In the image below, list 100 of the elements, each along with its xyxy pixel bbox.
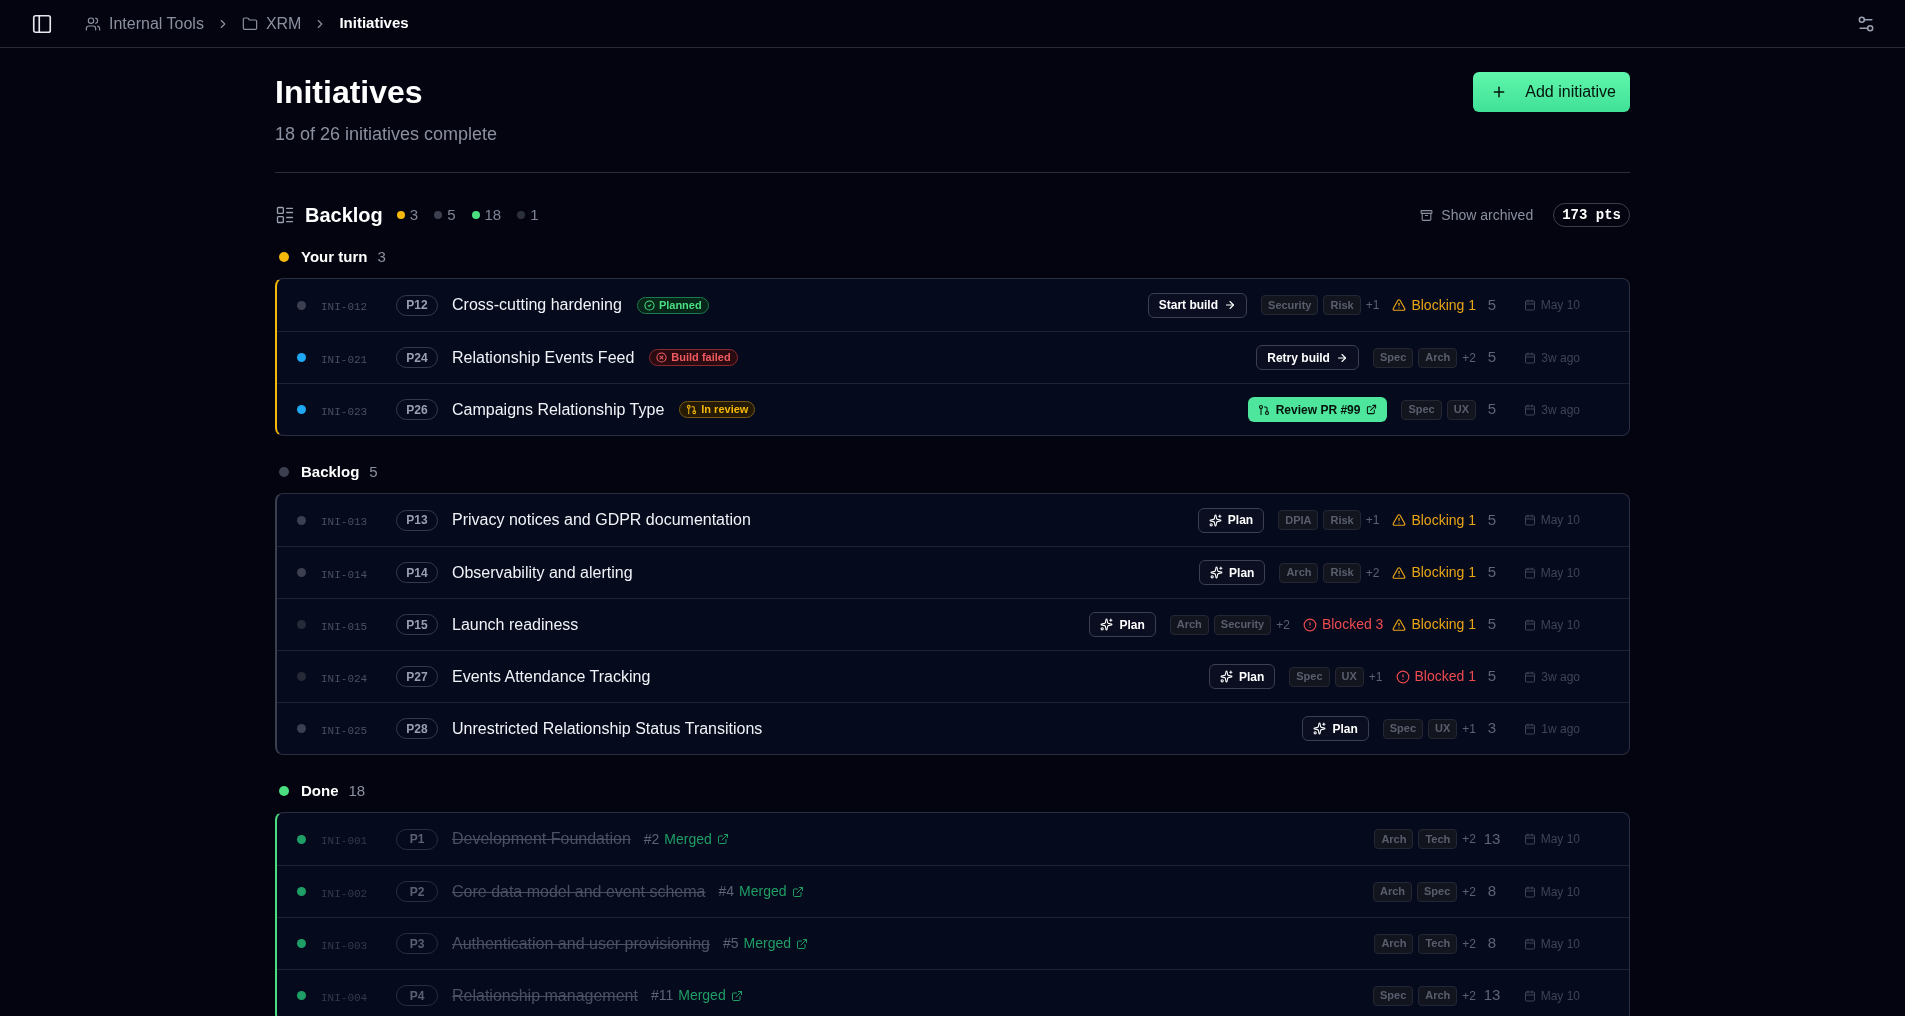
story-points: 5: [1487, 509, 1497, 530]
initiative-title[interactable]: Observability and alerting: [452, 560, 633, 585]
more-tags-count: +2: [1462, 935, 1476, 953]
more-tags-count: +1: [1462, 720, 1476, 738]
tag-chip: Risk: [1323, 562, 1361, 583]
review-pr-button[interactable]: Review PR #99: [1247, 397, 1388, 422]
story-points: 5: [1487, 294, 1497, 315]
more-tags-count: +2: [1462, 987, 1476, 1005]
build-button[interactable]: Start build: [1147, 292, 1248, 318]
sparkles-icon: [1208, 513, 1222, 527]
group-title: Backlog: [301, 461, 360, 482]
build-button[interactable]: Retry build: [1256, 345, 1359, 370]
tag-chip: Spec: [1372, 985, 1414, 1006]
show-archived-button[interactable]: Show archived: [1420, 204, 1534, 226]
calendar-icon: [1523, 989, 1536, 1002]
alert-circle-icon: [1395, 669, 1410, 684]
external-link-icon: [1366, 404, 1378, 415]
external-link-icon: [716, 833, 729, 845]
tag-chip: Security: [1261, 295, 1319, 315]
merged-pr-link[interactable]: #5 Merged: [722, 933, 808, 954]
calendar-icon: [1523, 618, 1536, 631]
calendar-icon: [1524, 351, 1537, 364]
alert-label: Blocking 1: [1411, 510, 1476, 530]
story-points: 5: [1487, 562, 1497, 583]
status-label: Planned: [658, 297, 702, 313]
tag-chip: Security: [1213, 614, 1272, 635]
summary-count: 18: [484, 204, 502, 225]
initiative-id: INI-012: [321, 301, 368, 313]
date-label: May 10: [1540, 987, 1580, 1005]
board-title: Backlog: [305, 203, 383, 228]
story-points: 5: [1487, 399, 1497, 420]
alert-label: Blocking 1: [1411, 563, 1476, 582]
initiative-title[interactable]: Privacy notices and GDPR documentation: [452, 508, 751, 532]
list-layout-icon: [275, 205, 295, 225]
plan-button[interactable]: Plan: [1208, 664, 1276, 689]
calendar-icon: [1524, 722, 1537, 735]
plan-button[interactable]: Plan: [1302, 716, 1369, 741]
page-title: Initiatives: [275, 73, 424, 112]
tag-chip: Arch: [1169, 614, 1209, 635]
sparkles-icon: [1210, 566, 1224, 579]
breadcrumb-link[interactable]: XRM: [241, 11, 302, 36]
calendar-icon: [1523, 566, 1536, 579]
external-link-icon: [791, 885, 804, 898]
sparkles-icon: [1219, 670, 1233, 683]
date-label: 3w ago: [1541, 668, 1580, 686]
add-initiative-button[interactable]: Add initiative: [1473, 72, 1630, 112]
alert-label: Blocking 1: [1411, 615, 1476, 634]
sparkles-icon: [1100, 618, 1114, 631]
more-tags-count: +2: [1276, 616, 1290, 634]
initiative-id: INI-014: [321, 568, 368, 581]
tag-chip: Arch: [1372, 881, 1412, 902]
calendar-icon: [1523, 833, 1536, 845]
summary-count: 5: [447, 204, 456, 225]
group-title: Your turn: [301, 246, 368, 267]
merged-pr-link[interactable]: #11 Merged: [650, 985, 743, 1006]
initiative-title[interactable]: Events Attendance Tracking: [452, 664, 651, 689]
initiative-title[interactable]: Launch readiness: [452, 612, 579, 637]
initiative-title[interactable]: Unrestricted Relationship Status Transitions: [452, 716, 763, 741]
tag-chip: UX: [1334, 666, 1364, 687]
more-tags-count: +1: [1365, 297, 1380, 314]
arrow-right-icon: [1335, 351, 1348, 364]
plan-button[interactable]: Plan: [1089, 612, 1156, 637]
tag-chip: Spec: [1382, 718, 1424, 739]
tag-chip: Arch: [1418, 347, 1458, 368]
summary-count: 1: [530, 204, 539, 225]
tag-chip: Risk: [1323, 510, 1361, 530]
initiative-title[interactable]: Cross-cutting hardening: [452, 293, 622, 317]
sidebar-toggle-icon[interactable]: [31, 12, 53, 35]
initiative-id: INI-021: [321, 353, 368, 366]
folder-icon: [241, 15, 258, 32]
tag-chip: Arch: [1374, 829, 1414, 849]
date-label: May 10: [1540, 564, 1580, 582]
calendar-icon: [1523, 514, 1536, 526]
breadcrumb-link[interactable]: Internal Tools: [85, 11, 204, 36]
tag-chip: Arch: [1279, 562, 1319, 583]
initiative-title[interactable]: Relationship Events Feed: [452, 345, 635, 370]
external-link-icon: [796, 937, 808, 950]
page-subtitle: 18 of 26 initiatives complete: [275, 123, 498, 146]
sparkles-icon: [1313, 722, 1327, 735]
tag-chip: UX: [1428, 718, 1458, 739]
tag-chip: Spec: [1372, 347, 1414, 368]
story-points: 13: [1483, 828, 1501, 849]
plan-button[interactable]: Plan: [1199, 560, 1266, 585]
alert-label: Blocked 3: [1321, 615, 1384, 634]
merged-pr-link[interactable]: #4 Merged: [718, 881, 804, 902]
story-points: 5: [1487, 614, 1497, 635]
warning-icon: [1392, 298, 1407, 312]
merged-pr-link[interactable]: #2 Merged: [643, 828, 729, 850]
more-tags-count: +2: [1462, 349, 1476, 367]
warning-icon: [1392, 565, 1407, 580]
more-tags-count: +2: [1462, 883, 1476, 901]
initiative-title[interactable]: Campaigns Relationship Type: [452, 397, 665, 422]
pull-request-icon: [1257, 403, 1270, 416]
date-label: May 10: [1540, 297, 1580, 314]
alert-label: Blocking 1: [1411, 295, 1476, 315]
calendar-icon: [1523, 299, 1536, 311]
tag-chip: Risk: [1323, 295, 1361, 315]
plan-button[interactable]: Plan: [1197, 507, 1265, 533]
date-label: 3w ago: [1541, 401, 1580, 419]
calendar-icon: [1524, 670, 1537, 683]
